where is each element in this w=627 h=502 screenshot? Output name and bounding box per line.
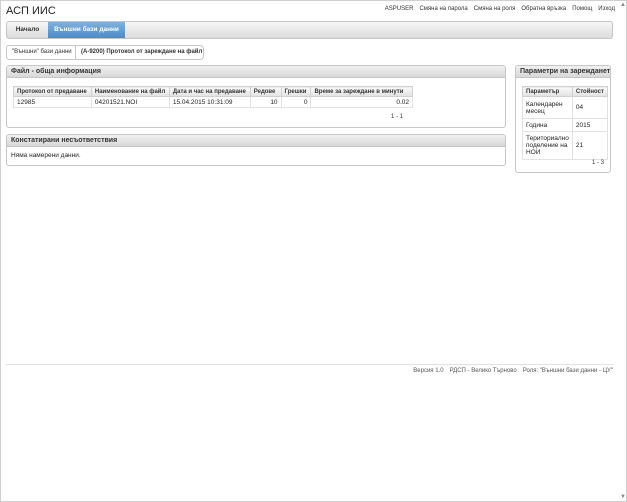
change-role-link[interactable]: Смяна на роля (474, 6, 516, 12)
col-value[interactable]: Стойност (571, 86, 609, 97)
col-parameter[interactable]: Параметър (522, 86, 573, 97)
table-row[interactable]: Териториално поделение на НОИ 21 (522, 131, 609, 160)
file-info-table: Протокол от предаване Наименование на фа… (13, 86, 413, 108)
footer-version: Версия 1.0 (413, 368, 444, 374)
footer-role: Роля: "Външни бази данни - ЦУ" (522, 368, 613, 374)
params-pager: 1 - 3 (592, 160, 605, 166)
top-links: ASPUSER Смяна на парола Смяна на роля Об… (385, 6, 615, 12)
cell-filename: 04201521.NOI (90, 96, 170, 108)
nav-tab-home[interactable]: Начало (7, 22, 48, 38)
cell-protocol: 12985 (13, 96, 92, 108)
breadcrumb-current: (А-9200) Протокол от зареждане на файл (76, 45, 204, 60)
footer-divider (6, 364, 613, 365)
table-header-row: Протокол от предаване Наименование на фа… (13, 86, 413, 97)
table-header-row: Параметър Стойност (522, 86, 609, 97)
cell-datetime: 15.04.2015 10:31:09 (168, 96, 251, 108)
cell-rows: 10 (249, 96, 282, 108)
file-info-panel: Файл - обща информация Протокол от преда… (6, 65, 506, 128)
scroll-up-icon[interactable]: ▲ (620, 2, 626, 8)
main-navbar: Начало Външни бази данни (6, 21, 613, 39)
cell-errors: 0 (280, 96, 312, 108)
scroll-down-icon[interactable]: ▼ (620, 494, 626, 500)
logout-link[interactable]: Изход (598, 6, 615, 12)
cell-load-time: 0.02 (310, 96, 413, 108)
nav-tab-external-databases[interactable]: Външни бази данни (48, 22, 125, 38)
footer: Версия 1.0 РДСП - Велико Търново Роля: "… (413, 368, 613, 374)
col-datetime[interactable]: Дата и час на предаване (168, 86, 251, 97)
breadcrumb-external-databases[interactable]: "Външни" бази данни (6, 45, 76, 60)
col-errors[interactable]: Грешки (280, 86, 312, 97)
table-row[interactable]: Година 2015 (522, 118, 609, 132)
file-info-title: Файл - обща информация (7, 66, 505, 78)
cell-parameter: Календарен месец (522, 96, 573, 119)
issues-panel: Констатирани несъответствия Няма намерен… (6, 134, 506, 166)
app-title: АСП ИИС (6, 5, 56, 17)
feedback-link[interactable]: Обратна връзка (521, 6, 566, 12)
file-info-pager: 1 - 1 (391, 114, 404, 120)
table-row[interactable]: 12985 04201521.NOI 15.04.2015 10:31:09 1… (13, 96, 413, 108)
cell-value: 21 (571, 131, 609, 160)
issues-title: Констатирани несъответствия (7, 135, 505, 147)
cell-value: 2015 (571, 118, 609, 132)
cell-parameter: Година (522, 118, 573, 132)
params-table: Параметър Стойност Календарен месец 04 Г… (522, 86, 609, 160)
col-filename[interactable]: Наименование на файл (90, 86, 170, 97)
user-link[interactable]: ASPUSER (385, 6, 414, 12)
help-link[interactable]: Помощ (572, 6, 592, 12)
params-panel: Параметри на зареждането Параметър Стойн… (515, 65, 611, 173)
cell-parameter: Териториално поделение на НОИ (522, 131, 573, 160)
breadcrumb: "Външни" бази данни (А-9200) Протокол от… (6, 45, 204, 60)
col-rows[interactable]: Редове (249, 86, 282, 97)
no-data-message: Няма намерени данни. (11, 152, 81, 159)
change-password-link[interactable]: Смяна на парола (419, 6, 467, 12)
cell-value: 04 (571, 96, 609, 119)
footer-office: РДСП - Велико Търново (449, 368, 517, 374)
params-title: Параметри на зареждането (516, 66, 610, 78)
table-row[interactable]: Календарен месец 04 (522, 96, 609, 119)
col-load-time[interactable]: Време за зареждане в минути (310, 86, 413, 97)
col-protocol[interactable]: Протокол от предаване (13, 86, 92, 97)
